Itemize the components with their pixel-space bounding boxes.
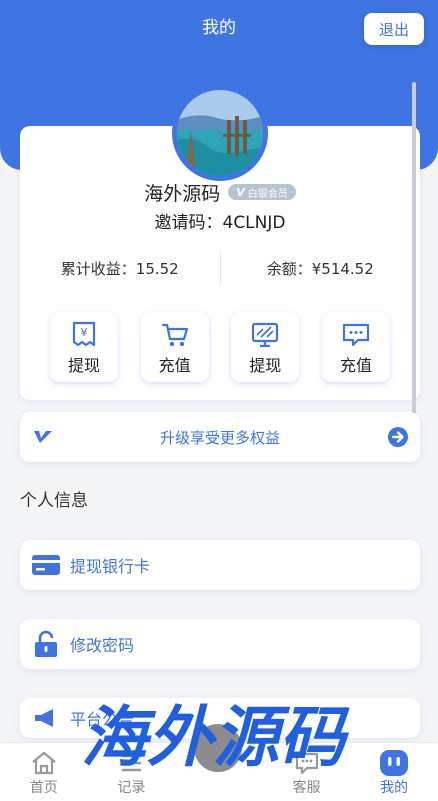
menu-item-bank-card[interactable]: 提现银行卡 [20, 540, 420, 590]
balance-stat: 余额：¥514.52 [221, 252, 421, 286]
service-icon [293, 749, 321, 777]
menu-item-change-password[interactable]: 修改密码 [20, 619, 420, 669]
section-title: 个人信息 [20, 491, 88, 511]
cart-icon [159, 320, 191, 350]
action-withdraw-2[interactable]: 提现 [231, 312, 300, 382]
vip-level: 白银会员 [247, 188, 288, 200]
invite-label: 邀请码： [154, 213, 223, 233]
tab-service[interactable]: 客服 [263, 743, 351, 801]
user-name-row: 海外源码 V 白银会员 [20, 178, 420, 206]
action-label: 充值 [158, 356, 191, 375]
action-label: 提现 [249, 356, 282, 375]
earnings-stat: 累计收益：15.52 [20, 252, 220, 286]
upgrade-banner[interactable]: 升级享受更多权益 [20, 412, 420, 462]
action-label: 提现 [67, 356, 100, 375]
arrow-right-icon [388, 427, 408, 451]
vip-v-icon: V [236, 185, 245, 199]
menu-item-label: 提现银行卡 [70, 557, 151, 576]
user-icon [379, 749, 409, 777]
center-button[interactable] [190, 720, 246, 776]
tab-label: 首页 [29, 780, 58, 796]
earnings-label: 累计收益： [60, 260, 136, 278]
avatar[interactable] [172, 85, 268, 181]
action-withdraw[interactable]: ¥ 提现 [50, 312, 118, 382]
username: 海外源码 [144, 182, 221, 205]
action-label: 充值 [339, 356, 372, 375]
receipt-yen-icon: ¥ [68, 320, 100, 350]
earnings-value: 15.52 [135, 260, 179, 278]
tab-home[interactable]: 首页 [0, 743, 88, 801]
action-recharge-2[interactable]: 充值 [321, 312, 390, 382]
invite-code[interactable]: 4CLNJD [223, 213, 286, 233]
menu-item-label: 修改密码 [70, 636, 135, 655]
chat-box-icon [340, 320, 372, 350]
stats-row: 累计收益：15.52 余额：¥514.52 [20, 252, 420, 286]
svg-text:¥: ¥ [81, 326, 88, 339]
balance-label: 余额： [266, 260, 312, 278]
monitor-icon [249, 320, 281, 350]
bank-card-icon [32, 551, 60, 579]
invite-code-row: 邀请码：4CLNJD [20, 208, 420, 233]
list-icon [118, 749, 144, 777]
vip-v-icon [32, 429, 54, 449]
quick-actions: ¥ 提现 充值 提现 充值 [50, 312, 390, 382]
upgrade-label: 升级享受更多权益 [159, 428, 280, 447]
action-recharge[interactable]: 充值 [140, 312, 209, 382]
home-icon [30, 749, 58, 777]
tab-label: 记录 [117, 780, 146, 796]
tab-records[interactable]: 记录 [88, 743, 176, 801]
tab-mine[interactable]: 我的 [350, 743, 438, 801]
tab-label: 客服 [292, 780, 321, 796]
megaphone-icon [32, 704, 60, 732]
vip-badge: V 白银会员 [228, 184, 296, 200]
menu-item-label: 平台公告 [70, 710, 135, 729]
logout-button[interactable]: 退出 [364, 13, 424, 45]
balance-value: ¥514.52 [311, 260, 374, 278]
lock-icon [32, 630, 60, 658]
tab-label: 我的 [380, 780, 409, 796]
